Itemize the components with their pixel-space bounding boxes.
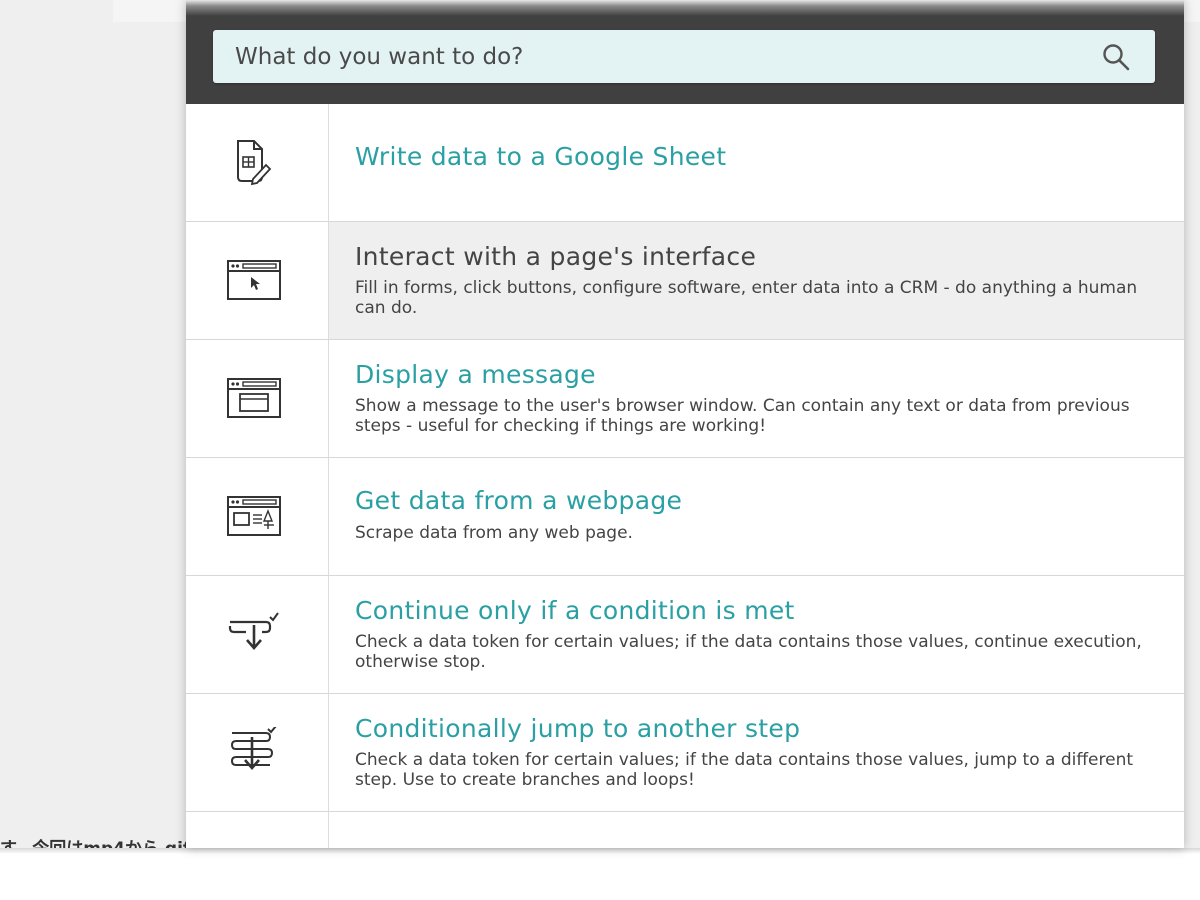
action-description: Show a message to the user's browser win… <box>355 396 1155 436</box>
background-bottom <box>0 848 1200 900</box>
action-item-conditional-jump[interactable]: Conditionally jump to another step Check… <box>186 694 1184 812</box>
search-box[interactable] <box>213 30 1155 83</box>
action-item-display-message[interactable]: Display a message Show a message to the … <box>186 340 1184 458</box>
browser-message-icon <box>226 373 282 423</box>
action-title: Conditionally jump to another step <box>355 714 800 743</box>
action-text: Write data to a Google Sheet <box>355 104 1160 221</box>
action-icon-cell <box>186 222 329 339</box>
action-text: Display a message Show a message to the … <box>355 340 1160 457</box>
action-description: Check a data token for certain values; i… <box>355 632 1155 672</box>
action-description: Fill in forms, click buttons, configure … <box>355 278 1155 318</box>
action-title: Continue only if a condition is met <box>355 596 795 625</box>
action-item-partial[interactable] <box>186 812 1184 848</box>
action-title: Write data to a Google Sheet <box>355 142 726 171</box>
action-item-continue-if-condition[interactable]: Continue only if a condition is met Chec… <box>186 576 1184 694</box>
action-picker-panel: Write data to a Google Sheet Interact wi… <box>186 0 1184 848</box>
action-title: Get data from a webpage <box>355 486 682 515</box>
search-icon[interactable] <box>1101 42 1131 72</box>
action-title: Interact with a page's interface <box>355 242 756 271</box>
action-item-get-data-webpage[interactable]: Get data from a webpage Scrape data from… <box>186 458 1184 576</box>
action-text: Continue only if a condition is met Chec… <box>355 576 1160 693</box>
action-icon-cell <box>186 576 329 693</box>
action-text: Interact with a page's interface Fill in… <box>355 222 1160 339</box>
action-icon-cell <box>186 340 329 457</box>
panel-header <box>186 0 1184 104</box>
action-icon-cell <box>186 694 329 811</box>
action-text: Get data from a webpage Scrape data from… <box>355 458 1160 575</box>
browser-scrape-icon <box>226 491 282 541</box>
browser-cursor-icon <box>226 255 282 305</box>
action-icon-cell <box>186 104 329 221</box>
action-text: Conditionally jump to another step Check… <box>355 694 1160 811</box>
action-title: Display a message <box>355 360 596 389</box>
action-description: Check a data token for certain values; i… <box>355 750 1155 790</box>
action-description: Scrape data from any web page. <box>355 523 1155 543</box>
search-input[interactable] <box>235 30 1075 83</box>
condition-icon <box>226 609 282 659</box>
google-sheet-icon <box>226 137 276 187</box>
action-icon-cell <box>186 458 329 575</box>
action-item-interact-page[interactable]: Interact with a page's interface Fill in… <box>186 222 1184 340</box>
action-item-write-google-sheet[interactable]: Write data to a Google Sheet <box>186 104 1184 222</box>
action-icon-cell <box>186 812 329 848</box>
action-list: Write data to a Google Sheet Interact wi… <box>186 104 1184 848</box>
conditional-jump-icon <box>226 727 282 777</box>
